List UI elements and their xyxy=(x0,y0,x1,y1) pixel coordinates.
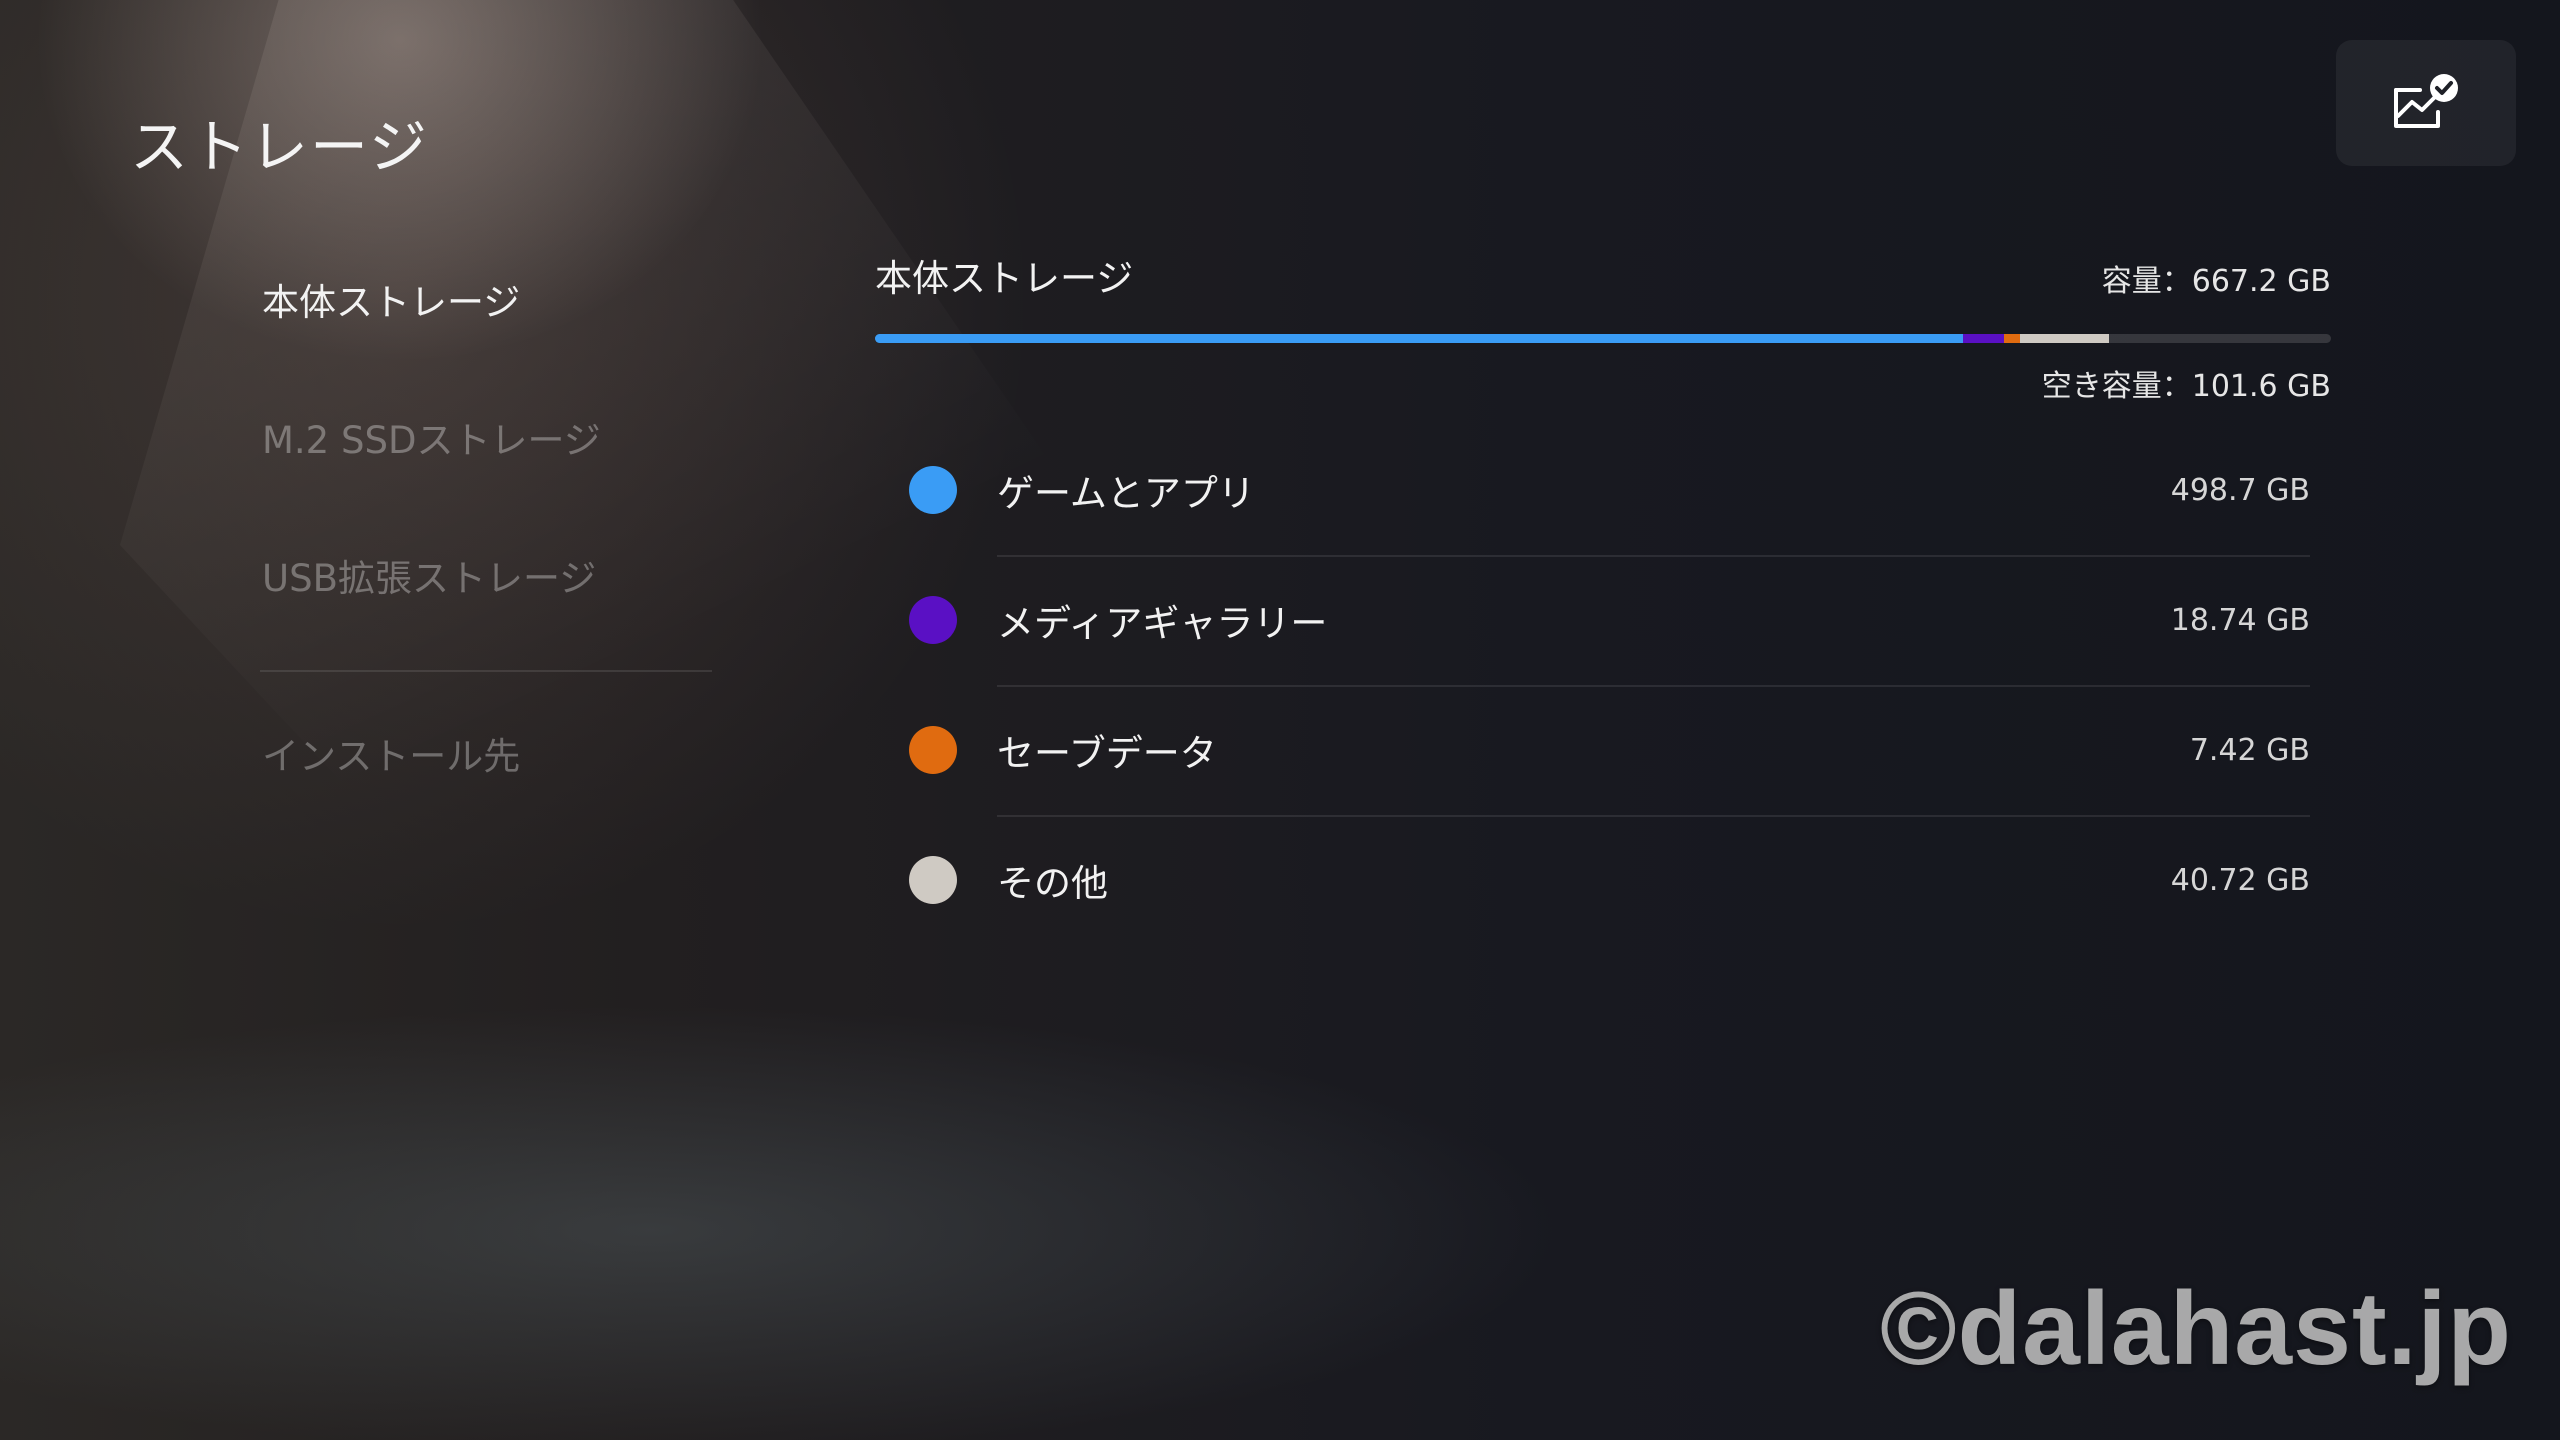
category-label: その他 xyxy=(997,862,1108,905)
category-row-games-apps[interactable]: ゲームとアプリ 498.7 GB xyxy=(875,425,2310,555)
category-size: 40.72 GB xyxy=(2170,862,2310,898)
category-row-saved-data[interactable]: セーブデータ 7.42 GB xyxy=(875,685,2310,815)
category-color-dot xyxy=(909,596,957,644)
category-color-dot xyxy=(909,466,957,514)
sidebar-item-m2-ssd-storage[interactable]: M.2 SSDストレージ xyxy=(262,406,712,476)
usage-bar-segment-3 xyxy=(2004,334,2021,343)
sidebar-item-label: M.2 SSDストレージ xyxy=(262,419,601,462)
storage-detail-panel: 本体ストレージ 容量：667.2 GB 空き容量：101.6 GB ゲームとアプ… xyxy=(875,248,2331,945)
category-size: 498.7 GB xyxy=(2170,472,2310,508)
page-title: ストレージ xyxy=(130,113,429,181)
storage-analysis-check-icon xyxy=(2394,74,2458,128)
category-list: ゲームとアプリ 498.7 GB メディアギャラリー 18.74 GB セーブデ… xyxy=(875,425,2310,945)
watermark-text: ©dalahast.jp xyxy=(1880,1271,2512,1387)
sidebar-item-label: USB拡張ストレージ xyxy=(262,557,597,600)
category-label: セーブデータ xyxy=(997,732,1217,775)
category-row-other[interactable]: その他 40.72 GB xyxy=(875,815,2310,945)
category-size: 18.74 GB xyxy=(2170,602,2310,638)
category-size: 7.42 GB xyxy=(2189,732,2310,768)
usage-bar-segment-4 xyxy=(2020,334,2110,343)
free-space-text: 空き容量：101.6 GB xyxy=(2041,369,2331,404)
category-row-media-gallery[interactable]: メディアギャラリー 18.74 GB xyxy=(875,555,2310,685)
sidebar-item-label: 本体ストレージ xyxy=(262,281,521,324)
sidebar-item-console-storage[interactable]: 本体ストレージ xyxy=(262,268,712,338)
sidebar-item-usb-extended-storage[interactable]: USB拡張ストレージ xyxy=(262,544,712,614)
category-label: ゲームとアプリ xyxy=(997,472,1255,515)
category-color-dot xyxy=(909,726,957,774)
usage-bar-segment-2 xyxy=(1963,334,2005,343)
sidebar-item-label: インストール先 xyxy=(262,735,521,778)
usage-bar-segment-1 xyxy=(875,334,1964,343)
storage-title: 本体ストレージ xyxy=(875,257,1134,300)
storage-sidebar: 本体ストレージ M.2 SSDストレージ USB拡張ストレージ インストール先 xyxy=(260,268,712,860)
category-color-dot xyxy=(909,856,957,904)
storage-header: 本体ストレージ 容量：667.2 GB xyxy=(875,248,2331,308)
category-label: メディアギャラリー xyxy=(997,602,1328,645)
storage-usage-bar xyxy=(875,334,2331,343)
sidebar-divider xyxy=(260,670,712,672)
sidebar-item-install-location[interactable]: インストール先 xyxy=(262,722,712,792)
storage-check-button[interactable] xyxy=(2336,40,2516,166)
capacity-text: 容量：667.2 GB xyxy=(2101,264,2331,299)
